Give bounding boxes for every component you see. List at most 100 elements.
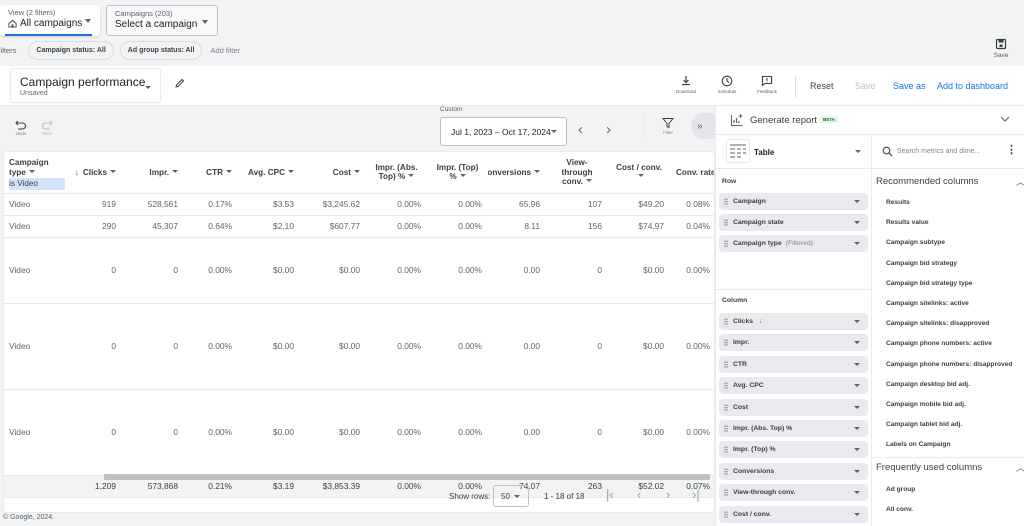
drag-handle-icon[interactable] bbox=[724, 382, 728, 390]
next-period-button[interactable]: › bbox=[606, 121, 611, 138]
metrics-search[interactable]: Search metrics and dime... ⋮ bbox=[872, 135, 1024, 169]
chevron-down-icon[interactable] bbox=[854, 469, 860, 473]
row-dimension-pill[interactable]: Campaign type (Filtered) bbox=[719, 235, 868, 252]
drag-handle-icon[interactable] bbox=[724, 219, 728, 226]
drag-handle-icon[interactable] bbox=[724, 198, 728, 205]
report-name-selector[interactable]: Campaign performance Unsaved bbox=[10, 68, 161, 103]
drag-handle-icon[interactable] bbox=[724, 467, 728, 475]
column-metric-pill[interactable]: Conversions bbox=[719, 462, 868, 480]
column-option[interactable]: Campaign sitelinks: disapproved bbox=[886, 320, 989, 327]
chevron-down-icon[interactable] bbox=[854, 427, 860, 430]
column-header-conv-rate[interactable]: Conv. rate bbox=[670, 152, 714, 194]
drag-handle-icon[interactable] bbox=[724, 489, 728, 497]
drag-handle-icon[interactable] bbox=[724, 240, 728, 247]
column-option[interactable]: Campaign bid strategy type bbox=[886, 280, 972, 287]
chevron-down-icon[interactable] bbox=[854, 362, 860, 366]
chevron-down-icon[interactable] bbox=[854, 242, 860, 245]
column-header-ctr[interactable]: CTR bbox=[184, 152, 238, 194]
drag-handle-icon[interactable] bbox=[724, 318, 728, 325]
column-option[interactable]: Campaign phone numbers: disapproved bbox=[886, 361, 1012, 368]
save-report-button[interactable]: Save bbox=[855, 81, 876, 91]
chevron-down-icon[interactable] bbox=[854, 384, 860, 388]
more-options-icon[interactable]: ⋮ bbox=[1006, 145, 1017, 156]
column-header-cost[interactable]: Cost bbox=[300, 152, 366, 194]
column-option[interactable]: Campaign bid strategy bbox=[886, 260, 957, 267]
chevron-down-icon[interactable] bbox=[854, 341, 860, 345]
column-metric-pill[interactable]: Cost bbox=[719, 398, 868, 416]
drag-handle-icon[interactable] bbox=[724, 425, 728, 432]
next-page-icon[interactable]: › bbox=[666, 487, 670, 502]
column-option[interactable]: Results value bbox=[886, 219, 929, 226]
feedback-button[interactable]: Feedback bbox=[752, 75, 782, 94]
column-header-cost-per-conv[interactable]: Cost / conv. bbox=[608, 152, 670, 194]
column-metric-pill[interactable]: CTR bbox=[719, 355, 868, 373]
row-dimension-pill[interactable]: Campaign bbox=[719, 193, 868, 210]
view-selector[interactable]: View (2 filters) All campaigns bbox=[0, 5, 100, 36]
campaign-selector[interactable]: Campaigns (203) Select a campaign bbox=[106, 5, 218, 36]
drag-handle-icon[interactable] bbox=[724, 446, 728, 454]
column-metric-pill[interactable]: Impr. (Top) % bbox=[719, 441, 868, 459]
column-header-avg-cpc[interactable]: Avg. CPC bbox=[238, 152, 300, 194]
date-range-picker[interactable]: Jul 1, 2023 – Oct 17, 2024 bbox=[440, 117, 567, 146]
chevron-down-icon[interactable] bbox=[854, 405, 860, 409]
drag-handle-icon[interactable] bbox=[724, 403, 728, 411]
edit-pencil-icon[interactable] bbox=[174, 78, 185, 89]
add-to-dashboard-button[interactable]: Add to dashboard bbox=[937, 81, 1008, 91]
column-metric-pill[interactable]: Avg. CPC bbox=[719, 377, 868, 395]
column-option[interactable]: Campaign tablet bid adj. bbox=[886, 421, 962, 428]
column-filter-tag[interactable]: is Video bbox=[9, 178, 65, 190]
filter-chip-ad-group-status[interactable]: Ad group status: All bbox=[119, 40, 203, 60]
previous-period-button[interactable]: ‹ bbox=[578, 121, 583, 138]
column-header-view-through-conv[interactable]: View-through conv. bbox=[546, 152, 608, 194]
column-option[interactable]: Campaign phone numbers: active bbox=[886, 340, 992, 347]
column-option[interactable]: Campaign subtype bbox=[886, 239, 945, 246]
chevron-up-icon[interactable]: ︿ bbox=[1016, 461, 1024, 474]
column-option[interactable]: All conv. bbox=[886, 506, 913, 513]
column-header-impr[interactable]: Impr. bbox=[122, 152, 184, 194]
column-metric-pill[interactable]: Cost / conv. bbox=[719, 505, 868, 523]
drag-handle-icon[interactable] bbox=[724, 510, 728, 518]
column-metric-pill[interactable]: View-through conv. bbox=[719, 484, 868, 502]
reset-button[interactable]: Reset bbox=[810, 81, 834, 91]
column-header-impr-top[interactable]: Impr. (Top) % bbox=[427, 152, 488, 194]
rows-per-page-select[interactable]: 50 bbox=[493, 485, 529, 507]
frequently-used-columns-header[interactable]: Frequently used columns ︿ bbox=[876, 462, 1024, 473]
search-input[interactable]: Search metrics and dime... bbox=[897, 148, 980, 155]
filter-chip-campaign-status[interactable]: Campaign status: All bbox=[28, 40, 114, 60]
schedule-button[interactable]: Schedule bbox=[712, 75, 742, 94]
horizontal-scrollbar[interactable] bbox=[104, 474, 710, 480]
undo-button[interactable]: Undo bbox=[13, 119, 29, 136]
column-header-conversions[interactable]: Conversions bbox=[488, 152, 546, 194]
column-option[interactable]: Campaign sitelinks: active bbox=[886, 300, 969, 307]
chevron-down-icon[interactable] bbox=[999, 113, 1011, 125]
column-option[interactable]: Labels on Campaign bbox=[886, 441, 950, 448]
chevron-down-icon[interactable] bbox=[854, 512, 860, 516]
column-metric-pill[interactable]: Impr. bbox=[719, 334, 868, 352]
generate-report-bar[interactable]: Generate report BETA bbox=[716, 106, 1024, 135]
chevron-down-icon[interactable] bbox=[854, 448, 860, 452]
row-dimension-pill[interactable]: Campaign state bbox=[719, 214, 868, 231]
column-option[interactable]: Results bbox=[886, 199, 910, 206]
chevron-up-icon[interactable]: ︿ bbox=[1016, 175, 1024, 188]
recommended-columns-header[interactable]: Recommended columns ︿ bbox=[876, 176, 1024, 187]
drag-handle-icon[interactable] bbox=[724, 360, 728, 368]
chevron-down-icon[interactable] bbox=[854, 320, 860, 323]
column-option[interactable]: Ad group bbox=[886, 486, 915, 493]
first-page-icon[interactable]: |‹ bbox=[606, 487, 614, 502]
drag-handle-icon[interactable] bbox=[724, 339, 728, 347]
chevron-down-icon[interactable] bbox=[854, 221, 860, 224]
visualization-type-select[interactable]: Table bbox=[716, 135, 871, 169]
column-metric-pill[interactable]: Clicks ↓ bbox=[719, 313, 868, 330]
column-option[interactable]: Campaign desktop bid adj. bbox=[886, 381, 970, 388]
column-header-impr-abs-top[interactable]: Impr. (Abs. Top) % bbox=[366, 152, 427, 194]
last-page-icon[interactable]: ›| bbox=[692, 487, 700, 502]
save-view-button[interactable]: Save bbox=[986, 38, 1016, 59]
chevron-down-icon[interactable] bbox=[854, 491, 860, 495]
download-button[interactable]: Download bbox=[671, 75, 701, 94]
chevron-down-icon[interactable] bbox=[854, 200, 860, 203]
filter-button[interactable]: Filter bbox=[660, 117, 676, 135]
column-option[interactable]: Campaign mobile bid adj. bbox=[886, 401, 966, 408]
redo-button[interactable]: Redo bbox=[39, 119, 55, 136]
column-metric-pill[interactable]: Impr. (Abs. Top) % bbox=[719, 420, 868, 437]
add-filter-button[interactable]: Add filter bbox=[210, 46, 240, 55]
